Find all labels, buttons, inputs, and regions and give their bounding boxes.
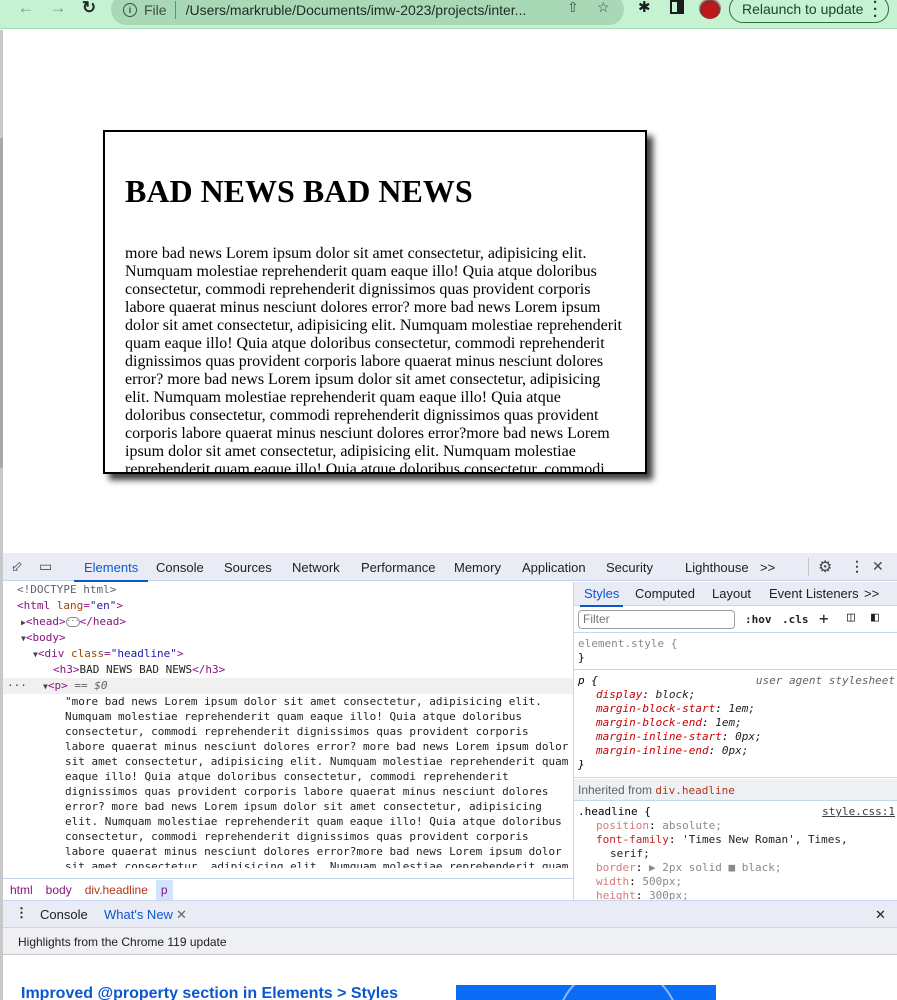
breadcrumb-p[interactable]: p (155, 879, 173, 900)
head-node[interactable]: ▶<head>···</head> (21, 614, 126, 631)
bookmark-star-icon[interactable]: ☆ (597, 0, 610, 16)
tab-console[interactable]: Console (156, 560, 204, 575)
info-icon[interactable]: i (123, 2, 137, 17)
reload-icon[interactable]: ↻ (77, 0, 101, 20)
tab-layout[interactable]: Layout (712, 586, 751, 601)
tab-computed[interactable]: Computed (635, 586, 695, 601)
style-property[interactable]: margin-block-end: 1em; (578, 716, 897, 730)
devtools-panel: ⬃ ▭ Elements Console Sources Network Per… (3, 553, 897, 1000)
breadcrumb-div-headline[interactable]: div.headline (85, 881, 148, 899)
inherited-selector-link[interactable]: div.headline (655, 784, 734, 797)
new-style-rule-icon[interactable]: + (819, 609, 829, 628)
tab-memory[interactable]: Memory (454, 560, 501, 575)
style-property[interactable]: display: block; (578, 688, 897, 702)
headline-title: BAD NEWS BAD NEWS (125, 173, 473, 209)
inherited-from-header: Inherited from div.headline (574, 779, 897, 801)
more-menu-icon[interactable]: · · · (873, 0, 878, 24)
element-style-rule[interactable]: element.style { } (574, 634, 897, 670)
address-bar[interactable]: i File /Users/markruble/Documents/imw-20… (111, 0, 624, 25)
headline-paragraph: more bad news Lorem ipsum dolor sit amet… (125, 245, 622, 474)
h3-node[interactable]: <h3>BAD NEWS BAD NEWS</h3> (53, 662, 225, 678)
whats-new-image (456, 985, 716, 1000)
relaunch-to-update-button[interactable]: Relaunch to update · · · (729, 0, 889, 24)
browser-toolbar: ← → ↻ i File /Users/markruble/Documents/… (0, 0, 897, 29)
ellipsis-badge[interactable]: ··· (65, 617, 80, 627)
styles-filter-input[interactable]: Filter (578, 610, 735, 629)
more-tabs-chevron-icon[interactable]: >> (760, 560, 775, 575)
tab-sources[interactable]: Sources (224, 560, 272, 575)
body-node[interactable]: ▼<body> (21, 630, 66, 647)
style-property[interactable]: margin-block-start: 1em; (578, 702, 897, 716)
breadcrumb: html body div.headline p (3, 878, 573, 900)
drawer-menu-icon[interactable]: ⋮ (15, 905, 28, 921)
html-node[interactable]: <html lang="en"> (17, 598, 123, 614)
devtools-tab-bar: ⬃ ▭ Elements Console Sources Network Per… (3, 553, 897, 582)
p-user-agent-rule[interactable]: p { user agent stylesheet display: block… (574, 671, 897, 778)
p-node[interactable]: ▼<p> == $0 (43, 678, 107, 695)
close-tab-icon[interactable]: ✕ (176, 907, 187, 923)
url-scheme-label: File (144, 1, 167, 18)
tab-event-listeners[interactable]: Event Listeners (769, 586, 859, 601)
highlights-banner: Highlights from the Chrome 119 update (3, 928, 897, 955)
extensions-puzzle-icon[interactable]: ✱ (638, 0, 651, 16)
inspect-element-icon[interactable]: ⬃ (11, 558, 23, 575)
relaunch-label: Relaunch to update (742, 1, 864, 17)
divider (808, 558, 809, 576)
elements-tree: <!DOCTYPE html> <html lang="en"> ▶<head>… (3, 582, 573, 879)
hover-state-toggle[interactable]: :hov (745, 613, 772, 626)
tab-styles[interactable]: Styles (579, 586, 624, 607)
div-headline-node[interactable]: ▼<div class="headline"> (33, 646, 184, 663)
window-edge-shadow (0, 138, 3, 468)
profile-avatar[interactable] (699, 0, 721, 19)
paint-brush-icon[interactable]: ◫ (847, 610, 855, 625)
tab-application[interactable]: Application (522, 560, 586, 575)
class-toggle[interactable]: .cls (782, 613, 809, 626)
source-link[interactable]: style.css:1 (822, 805, 895, 819)
tab-security[interactable]: Security (606, 560, 653, 575)
settings-gear-icon[interactable]: ⚙ (818, 557, 832, 577)
breadcrumb-body[interactable]: body (46, 881, 72, 899)
whats-new-heading[interactable]: Improved @property section in Elements >… (21, 985, 398, 1000)
node-actions-ellipsis-icon[interactable]: ··· (7, 678, 27, 694)
forward-arrow-icon[interactable]: → (46, 0, 70, 20)
style-property[interactable]: margin-inline-start: 0px; (578, 730, 897, 744)
tab-performance[interactable]: Performance (361, 560, 435, 575)
close-devtools-icon[interactable]: ✕ (872, 558, 884, 575)
close-drawer-icon[interactable]: ✕ (875, 907, 886, 923)
divider (174, 0, 176, 19)
html-tag: html (23, 599, 51, 612)
doctype-node[interactable]: <!DOCTYPE html> (17, 582, 116, 598)
tab-elements[interactable]: Elements (73, 560, 149, 582)
rule-source: user agent stylesheet (755, 674, 895, 687)
tab-network[interactable]: Network (292, 560, 340, 575)
back-arrow-icon[interactable]: ← (14, 0, 38, 20)
styles-filter-row: Filter :hov .cls + ◫ ◧ (574, 607, 897, 633)
toggle-sidebar-icon[interactable]: ◧ (871, 610, 879, 625)
headline-box: BAD NEWS BAD NEWS more bad news Lorem ip… (103, 130, 647, 474)
style-property[interactable]: position: absolute; (578, 819, 897, 833)
style-property[interactable]: font-family: 'Times New Roman', Times, (578, 833, 897, 847)
device-toolbar-icon[interactable]: ▭ (39, 558, 52, 575)
drawer-tab-console[interactable]: Console (40, 907, 88, 922)
styles-tab-bar: Styles Computed Layout Event Listeners >… (574, 582, 897, 607)
selected-node-marker: == $0 (74, 679, 108, 692)
html-attr-value: "en" (89, 599, 117, 612)
breadcrumb-html[interactable]: html (10, 881, 33, 899)
style-property-continuation: serif; (610, 847, 650, 860)
html-attr: lang (56, 599, 84, 612)
p-text-node[interactable]: "more bad news Lorem ipsum dolor sit ame… (65, 694, 570, 868)
share-icon[interactable]: ⇧ (567, 0, 579, 16)
style-property[interactable]: border: ▶ 2px solid ■ black; (578, 861, 897, 875)
style-property[interactable]: margin-inline-end: 0px; (578, 744, 897, 758)
drawer-tab-bar: ⋮ Console What's New ✕ ✕ (3, 900, 897, 930)
url-text[interactable]: /Users/markruble/Documents/imw-2023/proj… (186, 2, 546, 18)
headline-rule[interactable]: .headline { style.css:1 position: absolu… (574, 802, 897, 902)
styles-pane: Styles Computed Layout Event Listeners >… (573, 582, 897, 902)
style-property[interactable]: width: 500px; (578, 875, 897, 889)
more-tabs-chevron-icon[interactable]: >> (864, 586, 879, 601)
drawer-tab-whats-new[interactable]: What's New (96, 907, 197, 930)
more-options-icon[interactable]: ⋮ (850, 558, 864, 575)
side-panel-icon[interactable] (670, 0, 684, 14)
tab-lighthouse[interactable]: Lighthouse (685, 560, 749, 575)
